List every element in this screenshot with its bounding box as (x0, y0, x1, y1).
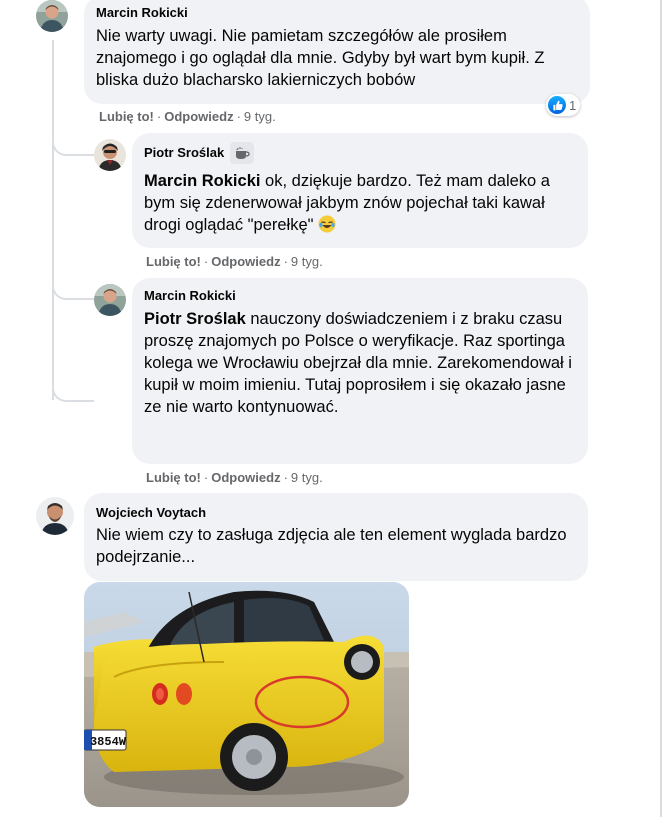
avatar[interactable] (36, 497, 74, 535)
reply-button[interactable]: Odpowiedz (211, 470, 280, 485)
comment-author[interactable]: Piotr Sroślak (144, 142, 576, 164)
reply-bubble: Marcin Rokicki Piotr Sroślak nauczony do… (132, 278, 588, 464)
reply-button[interactable]: Odpowiedz (164, 109, 233, 124)
avatar[interactable] (36, 0, 68, 32)
mention-link[interactable]: Marcin Rokicki (144, 172, 260, 190)
thread-line-curve (52, 386, 94, 402)
like-reaction-icon (548, 96, 566, 114)
coffee-cup-badge-icon (230, 142, 255, 164)
comment-text: Marcin Rokicki ok, dziękuje bardzo. Też … (144, 172, 550, 234)
comment-time[interactable]: 9 tyg. (291, 470, 323, 485)
comment-actions: Lubię to! · Odpowiedz · 9 tyg. (99, 109, 276, 124)
comment-time[interactable]: 9 tyg. (291, 254, 323, 269)
reaction-count: 1 (569, 97, 577, 113)
comment-author[interactable]: Marcin Rokicki (144, 288, 576, 304)
comment-text: Nie warty uwagi. Nie pamietam szczegółów… (96, 27, 545, 89)
license-plate-text: 3854W (90, 735, 127, 749)
comment-text: Nie wiem czy to zasługa zdjęcia ale ten … (96, 526, 567, 566)
avatar[interactable] (94, 139, 126, 171)
comment-bubble: Marcin Rokicki Nie warty uwagi. Nie pami… (84, 0, 590, 104)
reaction-summary[interactable]: 1 (546, 94, 581, 116)
comment-bubble: Wojciech Voytach Nie wiem czy to zasługa… (84, 493, 588, 581)
reply-bubble: Piotr Sroślak Marcin Rokicki ok, dziękuj… (132, 133, 588, 248)
thread-line (52, 40, 54, 400)
like-button[interactable]: Lubię to! (146, 470, 201, 485)
comment-time[interactable]: 9 tyg. (244, 109, 276, 124)
comment-photo[interactable]: 3854W (84, 582, 409, 807)
thread-line-curve (52, 284, 94, 300)
comment-author[interactable]: Marcin Rokicki (96, 5, 578, 21)
like-button[interactable]: Lubię to! (146, 254, 201, 269)
comment-actions: Lubię to! · Odpowiedz · 9 tyg. (146, 254, 323, 269)
laughing-face-emoji-icon (318, 215, 336, 233)
reply-button[interactable]: Odpowiedz (211, 254, 280, 269)
avatar[interactable] (94, 284, 126, 316)
comment-actions: Lubię to! · Odpowiedz · 9 tyg. (146, 470, 323, 485)
comment-text: Piotr Sroślak nauczony doświadczeniem i … (144, 310, 572, 416)
like-button[interactable]: Lubię to! (99, 109, 154, 124)
mention-link[interactable]: Piotr Sroślak (144, 310, 246, 328)
comment-author[interactable]: Wojciech Voytach (96, 505, 576, 521)
thread-line-curve (52, 140, 94, 156)
